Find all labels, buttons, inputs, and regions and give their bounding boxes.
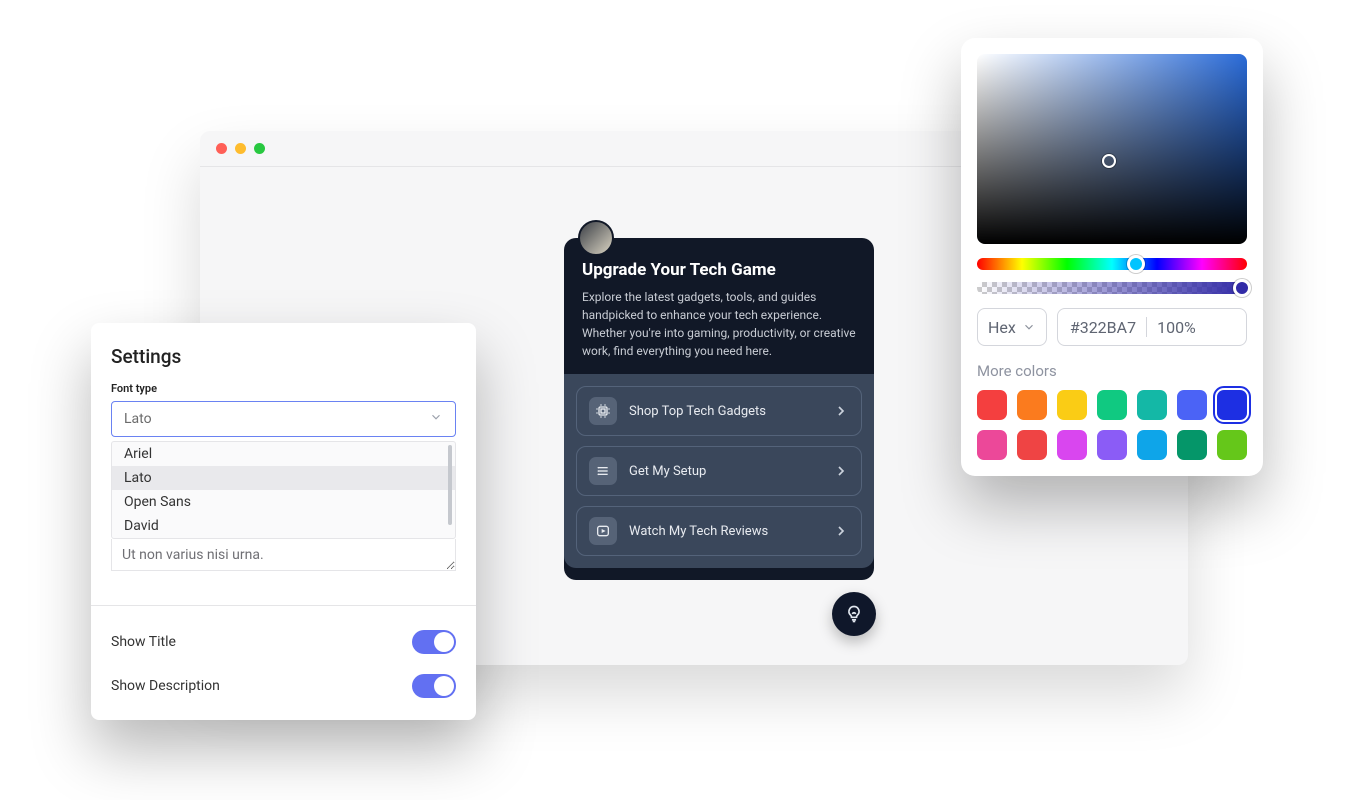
color-swatch[interactable]	[1177, 390, 1207, 420]
color-picker-panel: Hex #322BA7 100% More colors	[961, 38, 1263, 476]
color-swatch[interactable]	[1097, 390, 1127, 420]
show-description-row: Show Description	[111, 664, 456, 708]
upgrade-item-label: Watch My Tech Reviews	[629, 524, 821, 539]
upgrade-card-body: Shop Top Tech Gadgets Get My Setup Wat	[564, 374, 874, 568]
color-swatch[interactable]	[1017, 430, 1047, 460]
color-swatch[interactable]	[1097, 430, 1127, 460]
description-textarea[interactable]: Ut non varius nisi urna.	[111, 539, 456, 571]
show-title-toggle[interactable]	[412, 630, 456, 654]
window-minimize-dot[interactable]	[235, 143, 246, 154]
chevron-down-icon	[429, 410, 443, 428]
font-option-open-sans[interactable]: Open Sans	[112, 490, 455, 514]
divider	[91, 605, 476, 606]
chevron-right-icon	[833, 523, 849, 539]
color-swatch[interactable]	[1057, 430, 1087, 460]
font-option-david[interactable]: David	[112, 514, 455, 538]
color-swatch[interactable]	[1017, 390, 1047, 420]
color-swatch[interactable]	[1217, 390, 1247, 420]
layout-icon	[589, 457, 617, 485]
cpu-icon	[589, 397, 617, 425]
font-type-selected-value: Lato	[124, 411, 152, 427]
color-swatch[interactable]	[1217, 430, 1247, 460]
hue-slider-handle[interactable]	[1127, 255, 1145, 273]
color-mode-select[interactable]: Hex	[977, 308, 1047, 346]
help-fab[interactable]	[832, 592, 876, 636]
avatar	[578, 220, 614, 256]
font-type-select[interactable]: Lato	[111, 401, 456, 437]
window-maximize-dot[interactable]	[254, 143, 265, 154]
font-option-ariel[interactable]: Ariel	[112, 442, 455, 466]
color-swatch[interactable]	[977, 390, 1007, 420]
color-mode-value: Hex	[988, 318, 1016, 337]
settings-title: Settings	[111, 345, 456, 368]
dropdown-scrollbar[interactable]	[448, 445, 452, 525]
font-type-label: Font type	[111, 382, 456, 395]
hue-slider[interactable]	[977, 258, 1247, 270]
color-swatch[interactable]	[1137, 430, 1167, 460]
alpha-slider[interactable]	[977, 282, 1247, 294]
upgrade-item-label: Shop Top Tech Gadgets	[629, 404, 821, 419]
more-colors-label: More colors	[977, 362, 1247, 380]
chevron-down-icon	[1022, 320, 1036, 334]
alpha-slider-handle[interactable]	[1233, 279, 1251, 297]
hex-input[interactable]: #322BA7 100%	[1057, 308, 1247, 346]
lightbulb-icon	[844, 604, 864, 624]
color-swatch[interactable]	[1137, 390, 1167, 420]
window-close-dot[interactable]	[216, 143, 227, 154]
saturation-value-area[interactable]	[977, 54, 1247, 244]
upgrade-card: Upgrade Your Tech Game Explore the lates…	[564, 238, 874, 580]
show-title-label: Show Title	[111, 634, 176, 650]
opacity-value: 100%	[1157, 318, 1196, 337]
show-description-toggle[interactable]	[412, 674, 456, 698]
chevron-right-icon	[833, 463, 849, 479]
settings-panel: Settings Font type Lato Ariel Lato Open …	[91, 323, 476, 720]
font-option-lato[interactable]: Lato	[112, 466, 455, 490]
upgrade-card-description: Explore the latest gadgets, tools, and g…	[582, 288, 856, 360]
font-type-dropdown: Ariel Lato Open Sans David	[111, 441, 456, 539]
upgrade-card-title: Upgrade Your Tech Game	[582, 260, 856, 280]
show-description-label: Show Description	[111, 678, 220, 694]
chevron-right-icon	[833, 403, 849, 419]
color-swatch[interactable]	[1057, 390, 1087, 420]
play-icon	[589, 517, 617, 545]
hex-value: #322BA7	[1070, 318, 1136, 337]
color-picker-handle[interactable]	[1102, 154, 1116, 168]
show-title-row: Show Title	[111, 620, 456, 664]
color-swatch[interactable]	[1177, 430, 1207, 460]
upgrade-item-reviews[interactable]: Watch My Tech Reviews	[576, 506, 862, 556]
upgrade-item-shop[interactable]: Shop Top Tech Gadgets	[576, 386, 862, 436]
upgrade-card-header: Upgrade Your Tech Game Explore the lates…	[564, 238, 874, 374]
color-swatch[interactable]	[977, 430, 1007, 460]
separator	[1146, 317, 1147, 337]
upgrade-item-setup[interactable]: Get My Setup	[576, 446, 862, 496]
upgrade-item-label: Get My Setup	[629, 464, 821, 479]
swatch-grid	[977, 390, 1247, 460]
